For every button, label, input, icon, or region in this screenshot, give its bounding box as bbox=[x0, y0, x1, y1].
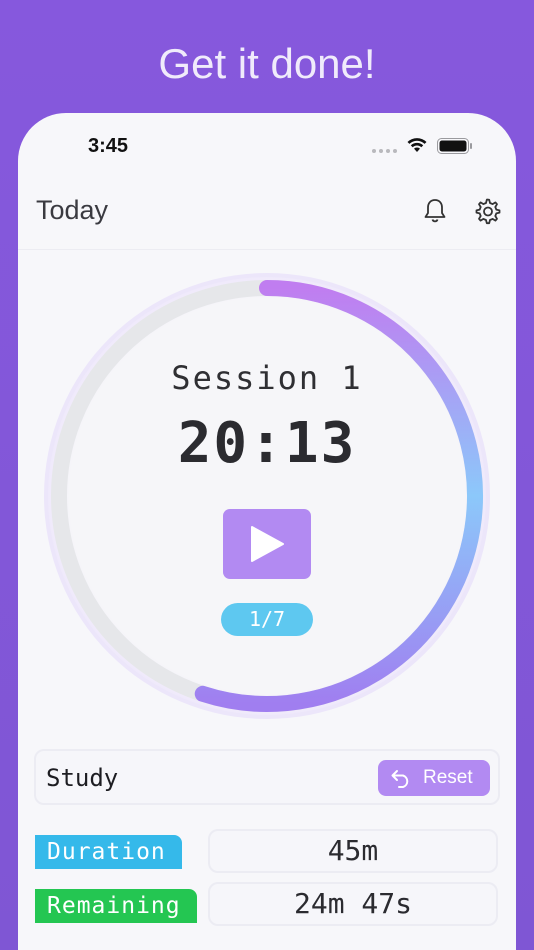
nav-bar: Today bbox=[18, 177, 516, 250]
task-name: Study bbox=[46, 764, 119, 792]
task-card: Study Reset bbox=[34, 749, 500, 805]
promo-headline: Get it done! bbox=[158, 40, 376, 87]
status-bar: 3:45 bbox=[18, 113, 516, 177]
play-icon bbox=[251, 526, 284, 562]
status-time: 3:45 bbox=[88, 135, 129, 157]
remaining-label: Remaining bbox=[35, 889, 197, 923]
duration-label: Duration bbox=[35, 835, 182, 869]
play-button[interactable] bbox=[223, 509, 311, 579]
duration-value: 45m bbox=[208, 829, 498, 873]
timer-dial: Session 1 20:13 1/7 bbox=[42, 271, 492, 721]
timer-clock: 20:13 bbox=[177, 411, 357, 476]
bell-icon[interactable] bbox=[422, 197, 448, 225]
reset-button[interactable]: Reset bbox=[378, 760, 490, 796]
reset-label: Reset bbox=[423, 767, 473, 788]
signal-icon bbox=[372, 149, 397, 153]
battery-icon bbox=[437, 138, 472, 154]
page-title: Today bbox=[36, 195, 109, 225]
wifi-icon bbox=[407, 138, 427, 152]
gear-icon[interactable] bbox=[473, 197, 501, 225]
remaining-value: 24m 47s bbox=[208, 882, 498, 926]
phone-screen: 3:45 Today Session 1 20:13 1/7 Study Res… bbox=[18, 113, 516, 950]
session-label: Session 1 bbox=[171, 359, 363, 397]
undo-icon bbox=[391, 770, 409, 788]
session-counter: 1/7 bbox=[221, 603, 313, 636]
